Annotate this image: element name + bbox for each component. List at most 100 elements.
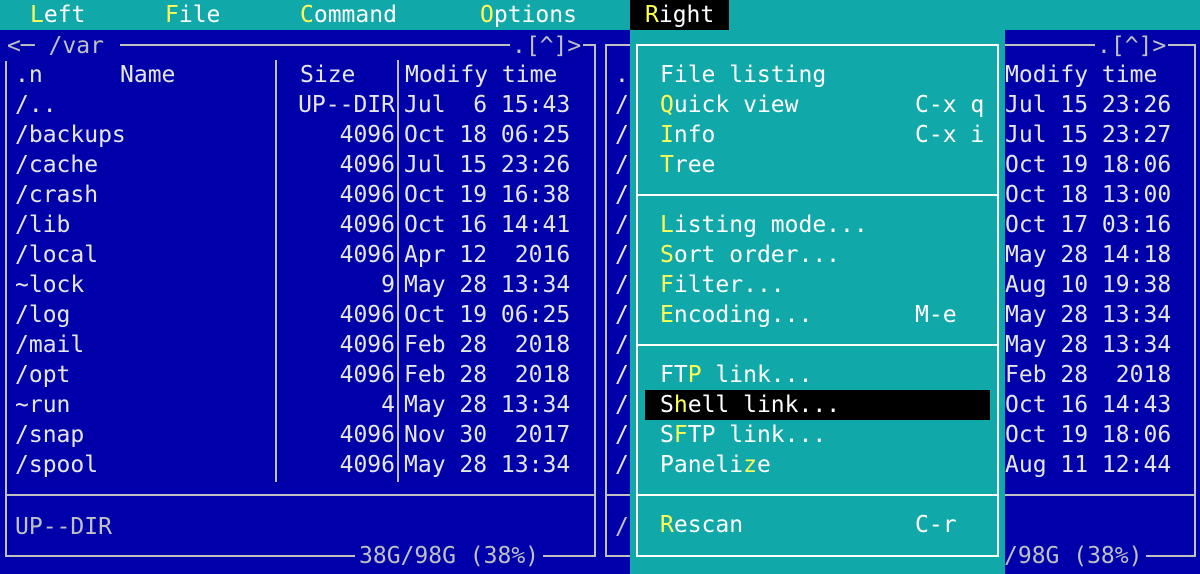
file-modify-time: Nov 30 2017 <box>404 422 571 448</box>
menu-options[interactable]: Options <box>480 0 577 30</box>
menu-left[interactable]: Left <box>30 0 85 30</box>
table-row[interactable]: ~lock 9 May 28 13:34 <box>7 270 594 300</box>
right-file-modify-time[interactable]: Feb 28 2018 <box>1005 360 1171 390</box>
menu-file[interactable]: File <box>165 0 220 30</box>
menu-item-hotkey: T <box>660 152 674 178</box>
table-row[interactable]: /opt 4096 Feb 28 2018 <box>7 360 594 390</box>
menu-item-label: SFTP link... <box>660 420 826 450</box>
table-row[interactable]: /crash 4096 Oct 19 16:38 <box>7 180 594 210</box>
menu-command-label: ommand <box>313 2 397 28</box>
right-file-modify-time[interactable]: Oct 18 13:00 <box>1005 180 1171 210</box>
right-file-modify-time[interactable]: Aug 11 12:44 <box>1005 450 1171 480</box>
menu-item-sftp-link[interactable]: SFTP link... <box>645 420 990 450</box>
right-name-stub[interactable]: / <box>615 300 629 330</box>
menu-item-quick-view[interactable]: Quick view C-x q <box>645 90 990 120</box>
menu-item-tree[interactable]: Tree <box>645 150 990 180</box>
table-row[interactable]: /lib 4096 Oct 16 14:41 <box>7 210 594 240</box>
right-column-header-modify-time[interactable]: Modify time <box>1005 60 1157 90</box>
right-name-stub[interactable]: / <box>615 240 629 270</box>
table-row[interactable]: /cache 4096 Jul 15 23:26 <box>7 150 594 180</box>
menu-right[interactable]: Right <box>630 0 730 30</box>
file-name: /snap <box>15 422 85 448</box>
menu-item-shortcut: C-x q <box>915 92 985 118</box>
menu-item-file-listing[interactable]: File listing <box>645 60 990 90</box>
column-header-size[interactable]: Size <box>300 60 355 90</box>
menu-item-label-pre: File listing <box>660 62 827 88</box>
right-name-stub[interactable]: / <box>615 390 629 420</box>
table-row[interactable]: /local 4096 Apr 12 2016 <box>7 240 594 270</box>
menu-item-label-pre: S <box>660 422 674 448</box>
file-name: /backups <box>15 122 126 148</box>
table-row[interactable]: /backups 4096 Oct 18 06:25 <box>7 120 594 150</box>
right-panel-corner-controls[interactable]: .[^]> <box>1095 31 1169 61</box>
right-name-stub[interactable]: / <box>615 210 629 240</box>
right-name-stub[interactable]: / <box>615 420 629 450</box>
table-row[interactable]: /mail 4096 Feb 28 2018 <box>7 330 594 360</box>
menu-item-label-post: uick view <box>673 92 799 118</box>
menu-item-ftp-link[interactable]: FTP link... <box>645 360 990 390</box>
menu-item-listing-mode[interactable]: Listing mode... <box>645 210 990 240</box>
right-file-modify-time[interactable]: Aug 10 19:38 <box>1005 270 1171 300</box>
left-panel-path[interactable]: <─ /var <box>5 31 120 61</box>
right-file-modify-time[interactable]: Oct 19 18:06 <box>1005 420 1171 450</box>
right-file-modify-time[interactable]: Oct 16 14:43 <box>1005 390 1171 420</box>
right-name-stub[interactable]: / <box>615 360 629 390</box>
menu-item-label-post: escan <box>673 512 744 538</box>
menu-item-label: Panelize <box>660 450 771 480</box>
table-row[interactable]: ~run 4 May 28 13:34 <box>7 390 594 420</box>
right-file-modify-time[interactable]: May 28 13:34 <box>1005 300 1171 330</box>
right-name-stub[interactable]: / <box>615 330 629 360</box>
menu-item-encoding[interactable]: Encoding... M-e <box>645 300 990 330</box>
table-row[interactable]: /.. UP--DIR Jul 6 15:43 <box>7 90 594 120</box>
menu-options-hotkey: O <box>480 2 494 28</box>
right-name-stub[interactable]: / <box>615 120 629 150</box>
menu-item-filter[interactable]: Filter... <box>645 270 990 300</box>
column-header-modify-time[interactable]: Modify time <box>405 60 557 90</box>
file-modify-time: May 28 13:34 <box>404 392 571 418</box>
file-size: 4096 <box>339 182 395 208</box>
right-file-modify-time[interactable]: Oct 17 03:16 <box>1005 210 1171 240</box>
table-row[interactable]: /spool 4096 May 28 13:34 <box>7 450 594 480</box>
file-name: /cache <box>15 152 99 178</box>
menu-item-rescan[interactable]: Rescan C-r <box>645 510 990 540</box>
left-panel-corner-controls[interactable]: .[^]> <box>510 31 584 61</box>
right-file-modify-time[interactable]: Oct 19 18:06 <box>1005 150 1171 180</box>
right-name-stub[interactable]: . <box>615 60 629 90</box>
menu-item-shell-link[interactable]: Shell link... <box>645 390 990 420</box>
menu-command[interactable]: Command <box>300 0 397 30</box>
right-file-modify-time[interactable]: May 28 14:18 <box>1005 240 1171 270</box>
table-row[interactable]: /log 4096 Oct 19 06:25 <box>7 300 594 330</box>
menu-right-label: ight <box>658 2 715 28</box>
right-name-stub[interactable]: / <box>615 150 629 180</box>
menu-item-shortcut: M-e <box>915 302 957 328</box>
file-size: 4096 <box>339 152 395 178</box>
right-name-stub[interactable]: / <box>615 180 629 210</box>
file-modify-time: Oct 19 06:25 <box>404 302 571 328</box>
right-file-modify-time[interactable]: Jul 15 23:27 <box>1005 120 1171 150</box>
right-file-modify-time[interactable]: May 28 13:34 <box>1005 330 1171 360</box>
left-panel-disk-usage: 38G/98G (38%) <box>355 541 544 571</box>
menu-command-hotkey: C <box>300 2 314 28</box>
column-header-sort[interactable]: .n <box>15 60 43 90</box>
table-row[interactable]: /snap 4096 Nov 30 2017 <box>7 420 594 450</box>
menu-left-label: eft <box>43 2 86 28</box>
menu-item-sort-order[interactable]: Sort order... <box>645 240 990 270</box>
menu-item-panelize[interactable]: Panelize <box>645 450 990 480</box>
right-name-stub[interactable]: / <box>615 450 629 480</box>
file-name: /opt <box>15 362 71 388</box>
right-file-modify-time[interactable]: Jul 15 23:26 <box>1005 90 1171 120</box>
file-name: /spool <box>15 452 99 478</box>
menu-item-info[interactable]: Info C-x i <box>645 120 990 150</box>
right-name-stub[interactable]: / <box>615 270 629 300</box>
menu-item-label-post: isting mode... <box>673 212 868 238</box>
file-size: 4096 <box>339 332 395 358</box>
menu-separator <box>636 494 999 496</box>
menu-options-label: ptions <box>493 2 577 28</box>
menu-item-shortcut: C-x i <box>915 122 985 148</box>
file-size: 4096 <box>339 302 395 328</box>
column-header-name[interactable]: Name <box>120 60 175 90</box>
menu-item-label-pre: Paneli <box>660 452 744 478</box>
right-name-stub[interactable]: / <box>615 90 629 120</box>
menu-left-hotkey: L <box>30 2 44 28</box>
menu-item-label-post: TP link... <box>687 422 827 448</box>
